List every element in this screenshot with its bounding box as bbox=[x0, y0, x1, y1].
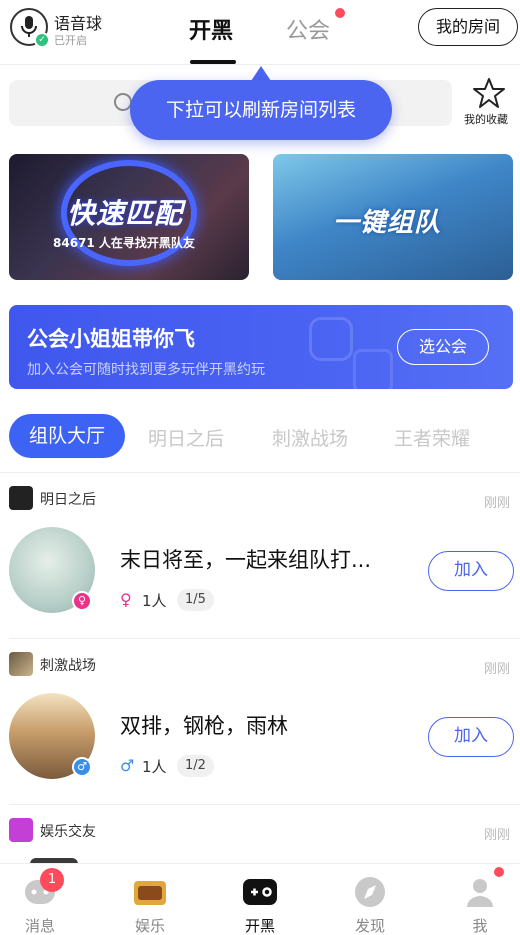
male-symbol: ♂ bbox=[120, 756, 135, 775]
game-icon bbox=[9, 652, 33, 676]
nav-label: 发现 bbox=[354, 917, 385, 935]
join-button[interactable]: 加入 bbox=[428, 717, 514, 757]
tab-guild[interactable]: 公会 bbox=[286, 13, 330, 45]
game-icon bbox=[9, 486, 33, 510]
category-pubg[interactable]: 刺激战场 bbox=[272, 424, 348, 451]
post-time: 刚刚 bbox=[484, 496, 511, 511]
header-divider bbox=[0, 64, 520, 65]
gamepad-icon bbox=[243, 879, 277, 905]
refresh-tooltip: 下拉可以刷新房间列表 bbox=[130, 80, 392, 140]
tooltip-arrow bbox=[251, 66, 271, 81]
bottom-nav: 1 消息 娱乐 开黑 发现 我 bbox=[0, 863, 520, 935]
compass-icon bbox=[355, 877, 385, 907]
game-name: 明日之后 bbox=[40, 492, 96, 508]
room-title[interactable]: 末日将至，一起来组队打... bbox=[120, 544, 371, 574]
nav-label: 开黑 bbox=[244, 917, 275, 935]
quick-match-title: 快速匹配 bbox=[67, 197, 184, 230]
category-tomorrow[interactable]: 明日之后 bbox=[148, 424, 224, 451]
nav-messages[interactable]: 1 消息 bbox=[0, 864, 92, 935]
nav-me[interactable]: 我 bbox=[428, 864, 520, 935]
row-divider bbox=[9, 638, 520, 639]
voice-ball-title: 语音球 bbox=[54, 14, 103, 33]
female-symbol: ♀ bbox=[120, 590, 132, 609]
category-honor-of-kings[interactable]: 王者荣耀 bbox=[394, 424, 470, 451]
category-divider bbox=[0, 472, 520, 473]
chat-deco-icon bbox=[309, 317, 353, 361]
post-time: 刚刚 bbox=[484, 662, 511, 677]
male-icon: ♂ bbox=[72, 757, 92, 777]
game-name: 娱乐交友 bbox=[40, 824, 96, 840]
nav-label: 娱乐 bbox=[134, 917, 165, 935]
nav-label: 我 bbox=[472, 917, 488, 935]
slot-badge: 1/5 bbox=[177, 589, 214, 611]
slot-badge: 1/2 bbox=[177, 755, 214, 777]
tab-kaihei[interactable]: 开黑 bbox=[189, 13, 233, 45]
join-button[interactable]: 加入 bbox=[428, 551, 514, 591]
notification-dot bbox=[335, 8, 345, 18]
member-count: 1人 bbox=[142, 592, 167, 610]
member-count: 1人 bbox=[142, 758, 167, 776]
choose-guild-button[interactable]: 选公会 bbox=[397, 329, 489, 365]
quick-match-banner[interactable]: 快速匹配 84671 人在寻找开黑队友 bbox=[9, 154, 249, 280]
team-up-banner[interactable]: 一键组队 bbox=[273, 154, 513, 280]
nav-entertainment[interactable]: 娱乐 bbox=[98, 864, 202, 935]
nav-discover[interactable]: 发现 bbox=[318, 864, 422, 935]
guild-banner[interactable]: 公会小姐姐带你飞 加入公会可随时找到更多玩伴开黑约玩 选公会 bbox=[9, 305, 513, 389]
room-title[interactable]: 双排，钢枪，雨林 bbox=[120, 710, 288, 740]
entertainment-icon bbox=[134, 881, 166, 905]
favorites-label[interactable]: 我的收藏 bbox=[464, 111, 508, 127]
female-icon: ♀ bbox=[72, 591, 92, 611]
team-up-title: 一键组队 bbox=[333, 208, 442, 238]
post-time: 刚刚 bbox=[484, 828, 511, 843]
quick-match-subtitle: 84671 人在寻找开黑队友 bbox=[53, 236, 195, 250]
star-icon[interactable] bbox=[472, 76, 506, 110]
notification-dot bbox=[494, 867, 504, 877]
game-icon bbox=[9, 818, 33, 842]
row-divider bbox=[9, 804, 520, 805]
shield-deco-icon bbox=[353, 349, 393, 389]
voice-ball-status: 已开启 bbox=[54, 34, 87, 47]
message-badge: 1 bbox=[40, 868, 64, 892]
my-room-button[interactable]: 我的房间 bbox=[418, 8, 518, 46]
nav-label: 消息 bbox=[24, 917, 55, 935]
guild-subtitle: 加入公会可随时找到更多玩伴开黑约玩 bbox=[27, 362, 265, 378]
nav-kaihei[interactable]: 开黑 bbox=[208, 864, 312, 935]
game-name: 刺激战场 bbox=[40, 658, 96, 674]
voice-ball-button[interactable]: ✓ bbox=[10, 8, 50, 48]
check-icon: ✓ bbox=[34, 32, 50, 48]
guild-title: 公会小姐姐带你飞 bbox=[27, 327, 195, 351]
category-team-hall[interactable]: 组队大厅 bbox=[9, 414, 125, 458]
person-icon bbox=[467, 879, 493, 907]
